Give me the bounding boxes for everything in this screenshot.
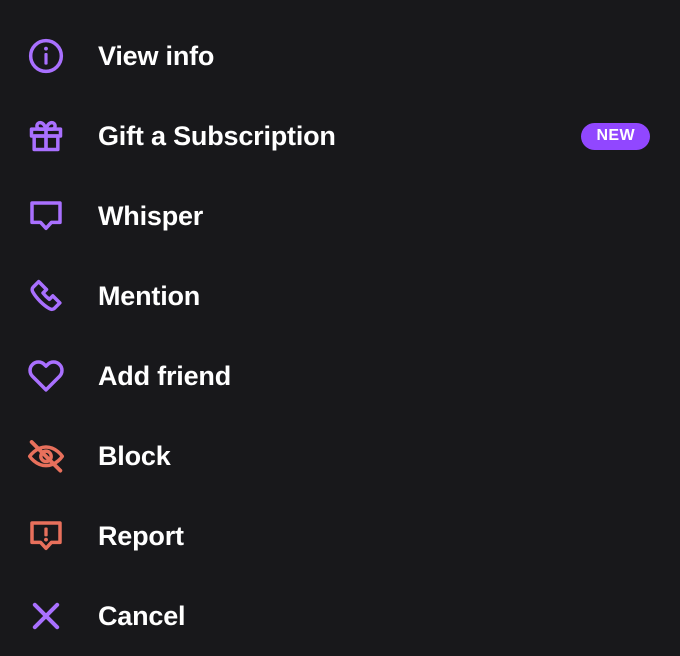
menu-item-report[interactable]: Report — [0, 496, 680, 576]
heart-icon — [24, 354, 76, 398]
report-bubble-icon — [24, 514, 76, 558]
user-context-menu: View info Gift a Subscription NEW Whispe… — [0, 0, 680, 640]
menu-item-gift-a-subscription[interactable]: Gift a Subscription NEW — [0, 96, 680, 176]
menu-item-mention[interactable]: Mention — [0, 256, 680, 336]
menu-item-label: View info — [98, 40, 215, 71]
eye-off-icon — [24, 434, 76, 478]
menu-item-label: Cancel — [98, 600, 186, 631]
menu-item-view-info[interactable]: View info — [0, 16, 680, 96]
info-circle-icon — [24, 34, 76, 78]
speech-bubble-icon — [24, 194, 76, 238]
menu-item-add-friend[interactable]: Add friend — [0, 336, 680, 416]
menu-item-label: Add friend — [98, 360, 231, 391]
gift-icon — [24, 114, 76, 158]
close-x-icon — [24, 594, 76, 638]
new-badge: NEW — [581, 122, 650, 150]
menu-item-whisper[interactable]: Whisper — [0, 176, 680, 256]
phone-icon — [24, 274, 76, 318]
menu-item-label: Gift a Subscription — [98, 120, 336, 151]
menu-item-label: Mention — [98, 280, 201, 311]
menu-item-label: Report — [98, 520, 184, 551]
menu-item-label: Whisper — [98, 200, 204, 231]
menu-item-block[interactable]: Block — [0, 416, 680, 496]
menu-item-cancel[interactable]: Cancel — [0, 576, 680, 656]
menu-item-label: Block — [98, 440, 171, 471]
